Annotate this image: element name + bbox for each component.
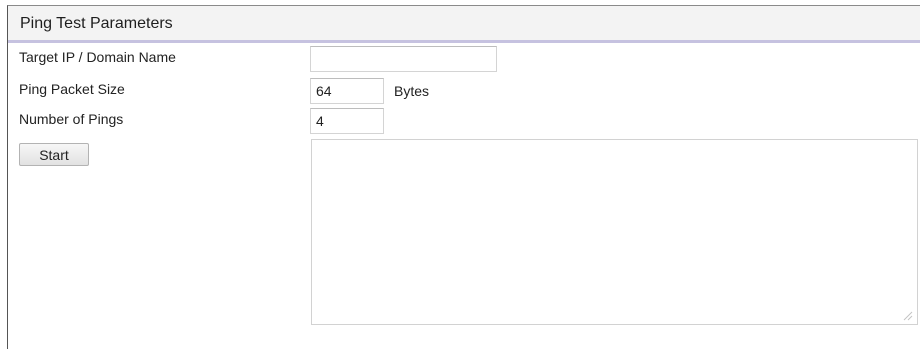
packet-size-unit: Bytes <box>394 83 430 99</box>
ping-count-input[interactable] <box>310 108 384 134</box>
packet-size-input[interactable] <box>310 78 384 104</box>
resize-grip-icon[interactable] <box>901 309 913 321</box>
target-row: Target IP / Domain Name <box>8 46 920 72</box>
panel-header: Ping Test Parameters <box>8 6 920 43</box>
packet-size-label: Ping Packet Size <box>19 81 125 97</box>
panel-title: Ping Test Parameters <box>20 15 173 32</box>
ping-output-textarea[interactable] <box>311 139 918 325</box>
ping-test-panel: Ping Test Parameters Target IP / Domain … <box>7 5 920 349</box>
ping-count-label: Number of Pings <box>19 111 124 127</box>
start-button[interactable]: Start <box>19 143 89 166</box>
target-label: Target IP / Domain Name <box>19 49 176 65</box>
target-input[interactable] <box>310 46 497 72</box>
packet-size-row: Ping Packet Size Bytes <box>8 78 920 104</box>
ping-count-row: Number of Pings <box>8 108 920 134</box>
